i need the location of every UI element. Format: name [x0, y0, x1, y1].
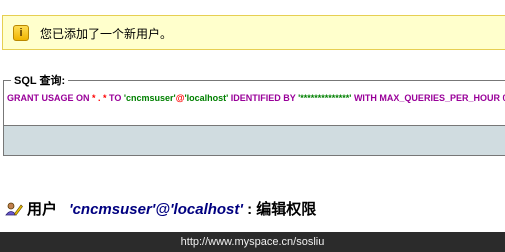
- sql-actions-bar: [3, 126, 505, 156]
- sql-string: 'localhost': [184, 93, 229, 103]
- sql-keyword: WITH MAX_QUERIES_PER_HOUR 0: [351, 93, 505, 103]
- sql-keyword: TO: [106, 93, 124, 103]
- success-notice: i 您已添加了一个新用户。: [2, 15, 505, 50]
- edit-user-icon: [5, 202, 23, 216]
- heading-label: 用户: [27, 201, 58, 218]
- heading-suffix: : 编辑权限: [242, 201, 317, 218]
- sql-operator: * . *: [92, 93, 107, 103]
- sql-query-legend: SQL 查询:: [11, 72, 69, 88]
- sql-keyword: IDENTIFIED BY: [228, 93, 299, 103]
- sql-keyword: GRANT USAGE ON: [7, 93, 93, 103]
- sql-string: 'cncmsuser': [123, 93, 176, 103]
- sql-query-text: GRANT USAGE ON * . * TO 'cncmsuser'@'loc…: [7, 89, 505, 107]
- page-heading: 用户 'cncmsuser'@'localhost' : 编辑权限: [5, 198, 316, 219]
- heading-account: 'cncmsuser'@'localhost': [69, 201, 243, 218]
- notice-message: 您已添加了一个新用户。: [40, 27, 173, 41]
- footer-watermark: http://www.myspace.cn/sosliu: [0, 232, 505, 252]
- sql-string: '**************': [298, 93, 352, 103]
- info-icon: i: [13, 25, 29, 41]
- sql-query-box: SQL 查询: GRANT USAGE ON * . * TO 'cncmsus…: [3, 72, 505, 126]
